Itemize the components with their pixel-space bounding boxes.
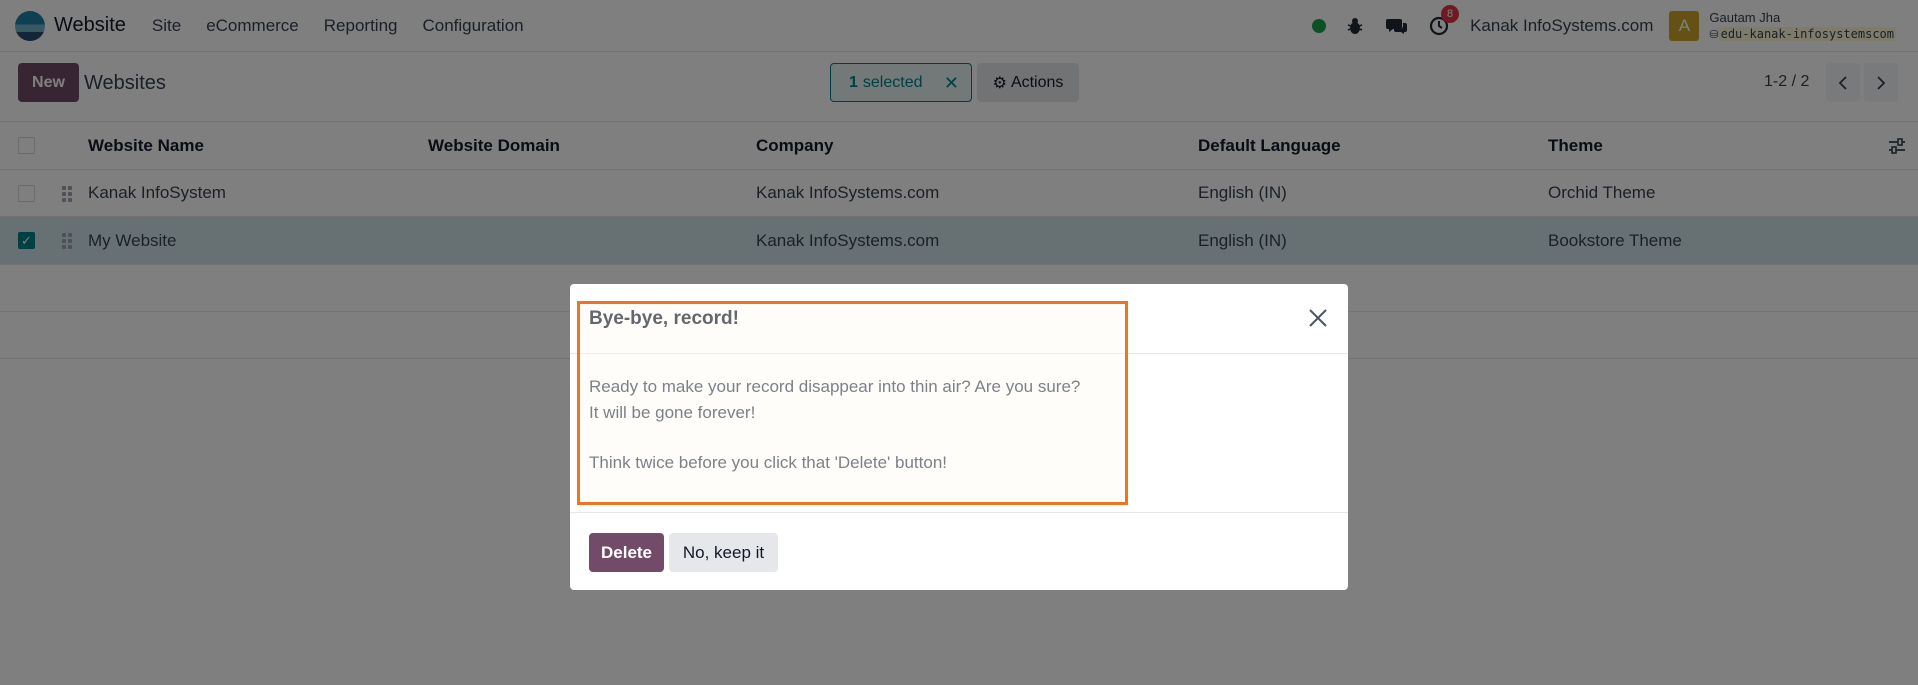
dialog-footer: Delete No, keep it	[570, 512, 1348, 590]
dialog-title: Bye-bye, record!	[589, 308, 739, 329]
dialog-body: Ready to make your record disappear into…	[589, 374, 1080, 476]
dialog-message-line: Ready to make your record disappear into…	[589, 377, 1081, 396]
dialog-warning: Think twice before you click that 'Delet…	[589, 453, 948, 472]
delete-confirmation-dialog: Bye-bye, record! Ready to make your reco…	[570, 284, 1348, 590]
keep-record-button[interactable]: No, keep it	[669, 533, 778, 572]
dialog-message-line: It will be gone forever!	[589, 402, 756, 422]
dialog-message: Ready to make your record disappear into…	[589, 374, 1080, 425]
delete-button[interactable]: Delete	[589, 533, 664, 572]
dialog-header: Bye-bye, record!	[570, 284, 1348, 354]
close-icon[interactable]	[1304, 304, 1332, 332]
